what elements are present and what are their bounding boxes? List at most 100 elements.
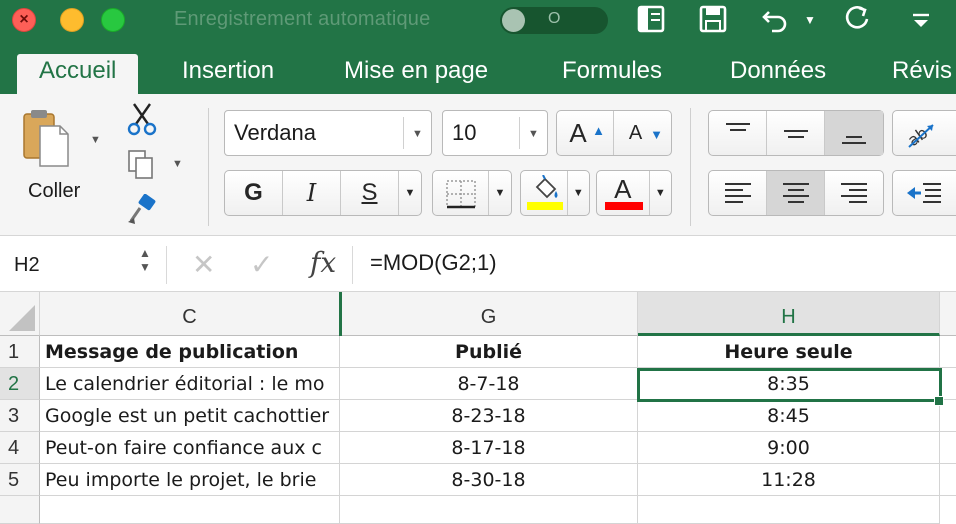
borders-button[interactable] — [433, 171, 489, 215]
chevron-down-icon: ▼ — [572, 187, 584, 199]
toggle-state: O — [548, 10, 561, 27]
svg-text:ab: ab — [904, 123, 931, 150]
font-color-button[interactable]: A — [597, 171, 650, 215]
fill-handle[interactable] — [934, 396, 944, 406]
font-size-combo[interactable]: 10 ▼ — [442, 110, 548, 156]
worksheet-grid: C G H 1 Message de publication Publié He… — [0, 292, 956, 524]
sidebar-icon[interactable] — [634, 4, 668, 43]
fill-color-button[interactable] — [521, 171, 568, 215]
align-bottom-button[interactable] — [825, 111, 883, 155]
column-header-g[interactable]: G — [340, 292, 638, 336]
bold-button[interactable]: G — [225, 171, 283, 215]
cell-h5[interactable]: 11:28 — [638, 464, 940, 496]
tab-revision[interactable]: Révis — [870, 54, 956, 94]
cell-c3[interactable]: Google est un petit cachottier — [40, 400, 340, 432]
underline-button[interactable]: S — [341, 171, 399, 215]
formula-input[interactable]: =MOD(G2;1) — [370, 250, 497, 276]
fill-color-swatch — [527, 202, 563, 210]
tab-insertion[interactable]: Insertion — [160, 54, 296, 94]
cell-empty[interactable] — [940, 336, 956, 368]
align-middle-button[interactable] — [767, 111, 825, 155]
orientation-group: ab — [892, 110, 956, 156]
cell-h6[interactable] — [638, 496, 940, 524]
font-color-dropdown[interactable]: ▼ — [650, 171, 671, 215]
confirm-formula-icon[interactable]: ✓ — [250, 248, 273, 281]
align-right-button[interactable] — [825, 171, 883, 215]
font-color-group: A ▼ — [596, 170, 672, 216]
decrease-indent-button[interactable] — [893, 171, 956, 215]
row-header-4[interactable]: 4 — [0, 432, 40, 464]
tab-donnees[interactable]: Données — [708, 54, 848, 94]
column-header-h[interactable]: H — [638, 292, 940, 336]
align-left-button[interactable] — [709, 171, 767, 215]
paste-dropdown-icon[interactable]: ▼ — [90, 134, 101, 146]
insert-function-icon[interactable]: fx — [310, 246, 336, 279]
cell-g2[interactable]: 8-7-18 — [340, 368, 638, 400]
align-center-button[interactable] — [767, 171, 825, 215]
row-header-3[interactable]: 3 — [0, 400, 40, 432]
cell-empty[interactable] — [940, 464, 956, 496]
align-top-button[interactable] — [709, 111, 767, 155]
copy-icon[interactable] — [126, 148, 156, 187]
cell-h4[interactable]: 9:00 — [638, 432, 940, 464]
toggle-knob — [502, 9, 525, 32]
row-header-1[interactable]: 1 — [0, 336, 40, 368]
cancel-formula-icon[interactable]: ✕ — [192, 248, 215, 281]
align-middle-icon — [784, 130, 808, 138]
ribbon-home: ▼ Coller ▼ Verdana ▼ 10 ▼ A ▲ A ▼ G I S … — [0, 94, 956, 236]
column-header-next[interactable] — [940, 292, 956, 336]
autosave-toggle[interactable]: O — [500, 7, 608, 34]
font-size-dropdown[interactable]: ▼ — [519, 117, 547, 149]
font-name-dropdown[interactable]: ▼ — [403, 117, 431, 149]
name-box-stepper[interactable]: ▲ ▼ — [139, 246, 151, 274]
redo-icon[interactable] — [840, 4, 874, 43]
cell-c2[interactable]: Le calendrier éditorial : le mo — [40, 368, 340, 400]
undo-icon[interactable] — [758, 4, 792, 43]
paste-icon[interactable] — [22, 108, 72, 170]
close-window-button[interactable]: × — [12, 8, 36, 32]
cell-g6[interactable] — [340, 496, 638, 524]
cell-c1[interactable]: Message de publication — [40, 336, 340, 368]
grow-font-button[interactable]: A ▲ — [557, 111, 615, 155]
row-header-5[interactable]: 5 — [0, 464, 40, 496]
cell-c5[interactable]: Peu importe le projet, le brie — [40, 464, 340, 496]
shrink-font-button[interactable]: A ▼ — [614, 111, 671, 155]
minimize-window-button[interactable] — [60, 8, 84, 32]
format-painter-icon[interactable] — [126, 193, 158, 233]
fill-color-dropdown[interactable]: ▼ — [568, 171, 589, 215]
font-name-combo[interactable]: Verdana ▼ — [224, 110, 432, 156]
cell-g4[interactable]: 8-17-18 — [340, 432, 638, 464]
vertical-align-group — [708, 110, 884, 156]
cell-c4[interactable]: Peut-on faire confiance aux c — [40, 432, 340, 464]
copy-dropdown-icon[interactable]: ▼ — [172, 158, 183, 170]
font-name-value: Verdana — [234, 120, 316, 145]
zoom-window-button[interactable] — [101, 8, 125, 32]
cell-g1[interactable]: Publié — [340, 336, 638, 368]
undo-dropdown-icon[interactable]: ▼ — [800, 4, 820, 36]
tab-mise-en-page[interactable]: Mise en page — [322, 54, 510, 94]
indent-group — [892, 170, 956, 216]
select-all-button[interactable] — [0, 292, 40, 336]
borders-dropdown[interactable]: ▼ — [489, 171, 511, 215]
cell-g3[interactable]: 8-23-18 — [340, 400, 638, 432]
name-box[interactable]: H2 — [14, 254, 40, 277]
cell-empty[interactable] — [940, 432, 956, 464]
row-header-6[interactable]: 6 — [0, 496, 40, 524]
underline-dropdown[interactable]: ▼ — [399, 171, 421, 215]
row-header-2[interactable]: 2 — [0, 368, 40, 400]
arrow-up-icon: ▲ — [139, 246, 151, 260]
cell-h1[interactable]: Heure seule — [638, 336, 940, 368]
formula-bar: H2 ▲ ▼ ✕ ✓ fx =MOD(G2;1) — [0, 236, 956, 292]
autosave-label: Enregistrement automatique — [174, 8, 431, 30]
cell-c6[interactable] — [40, 496, 340, 524]
tab-formules[interactable]: Formules — [540, 54, 684, 94]
frozen-pane-divider — [339, 292, 342, 336]
save-icon[interactable] — [696, 4, 730, 43]
orientation-button[interactable]: ab — [893, 111, 956, 155]
tab-accueil[interactable]: Accueil — [17, 54, 139, 94]
italic-button[interactable]: I — [283, 171, 341, 215]
cell-g5[interactable]: 8-30-18 — [340, 464, 638, 496]
column-header-c[interactable]: C — [40, 292, 340, 336]
cell-h3[interactable]: 8:45 — [638, 400, 940, 432]
cut-icon[interactable] — [126, 102, 158, 143]
